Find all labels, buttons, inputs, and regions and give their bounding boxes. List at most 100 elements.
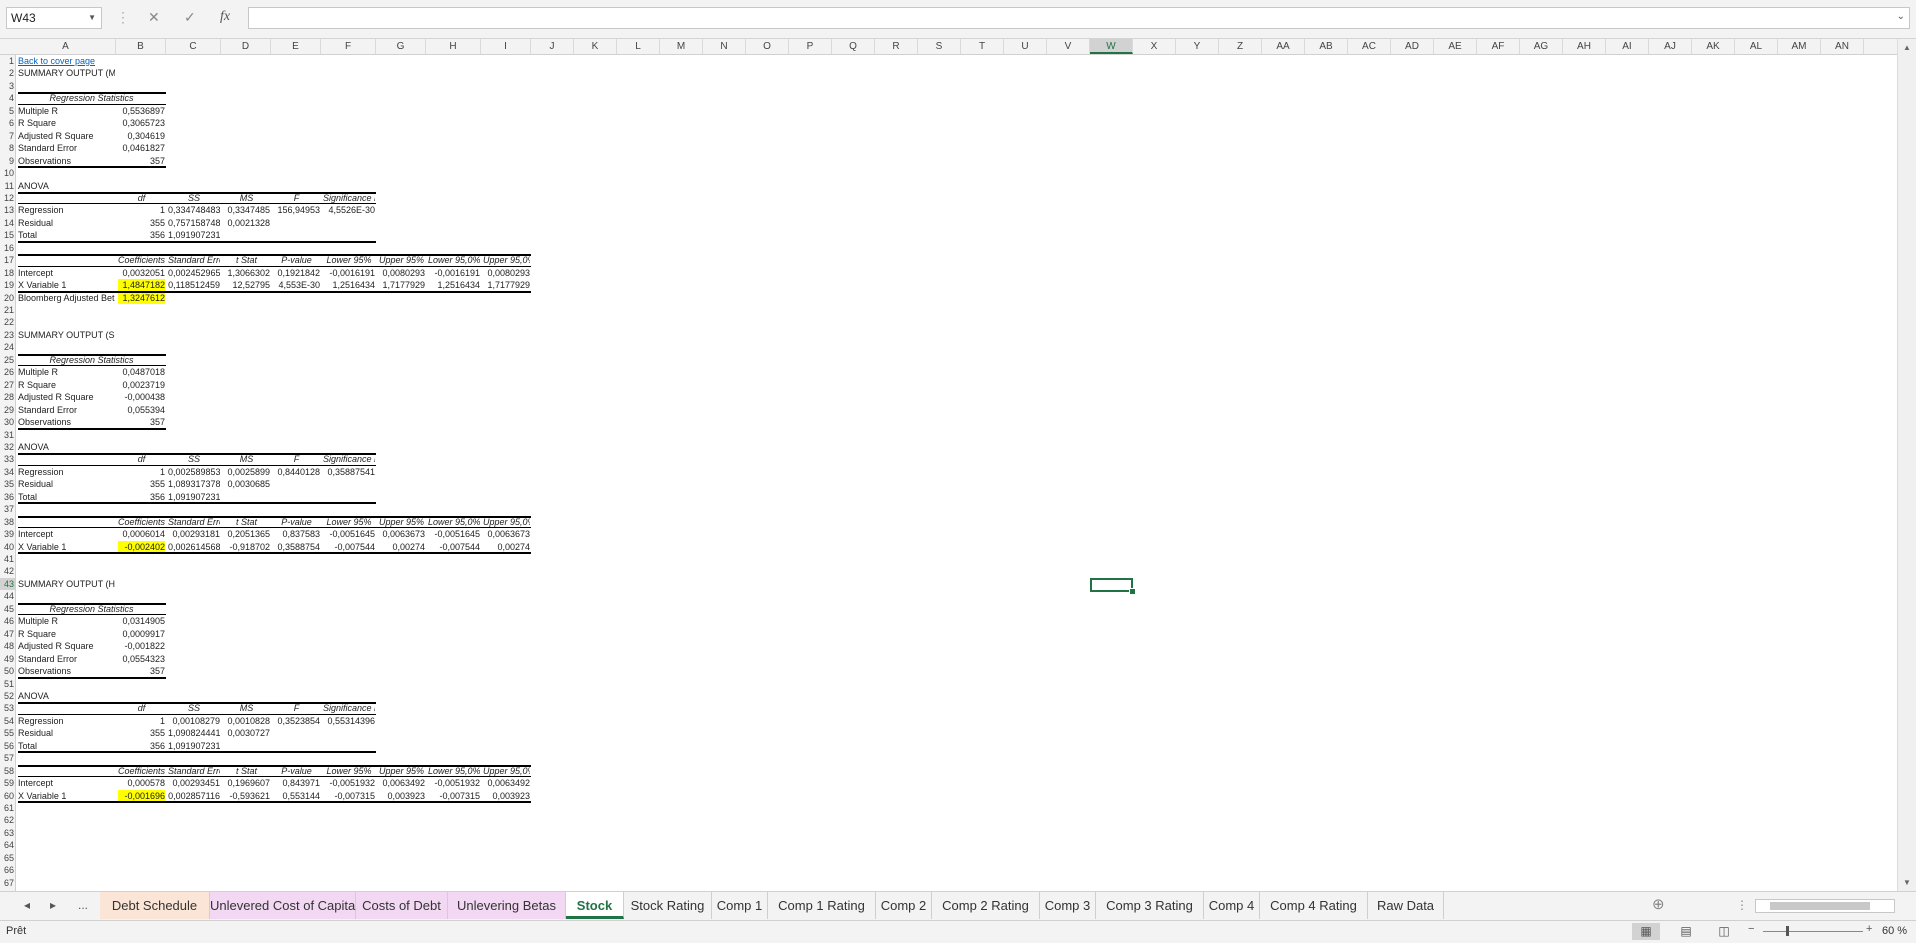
row-header[interactable]: 18 bbox=[0, 267, 15, 279]
row-header[interactable]: 62 bbox=[0, 814, 15, 826]
horizontal-scrollbar[interactable] bbox=[1755, 899, 1895, 913]
fill-handle[interactable] bbox=[1129, 588, 1136, 596]
sheet-tab[interactable]: Unlevering Betas bbox=[448, 892, 566, 919]
cell[interactable]: -0,0016191 bbox=[428, 267, 480, 279]
cell[interactable]: 0,0021328 bbox=[223, 217, 270, 229]
row-header[interactable]: 54 bbox=[0, 715, 15, 727]
cell[interactable]: 0,003923 bbox=[378, 790, 425, 802]
column-header[interactable]: K bbox=[574, 39, 617, 54]
cell[interactable]: 0,0461827 bbox=[118, 142, 165, 154]
cell[interactable]: -0,000438 bbox=[118, 391, 165, 403]
zoom-in-icon[interactable]: + bbox=[1866, 923, 1872, 935]
row-header[interactable]: 67 bbox=[0, 877, 15, 889]
cell[interactable]: 0,2051365 bbox=[223, 528, 270, 540]
cell[interactable]: 0,0487018 bbox=[118, 366, 165, 378]
cell[interactable]: 0,0010828 bbox=[223, 715, 270, 727]
cell[interactable]: 0,837583 bbox=[273, 528, 320, 540]
row-header[interactable]: 36 bbox=[0, 491, 15, 503]
cell[interactable]: 1 bbox=[118, 466, 165, 478]
row-header[interactable]: 65 bbox=[0, 852, 15, 864]
column-header[interactable]: AK bbox=[1692, 39, 1735, 54]
column-header[interactable]: AA bbox=[1262, 39, 1305, 54]
cell[interactable]: 0,334748483 bbox=[168, 204, 220, 216]
row-header[interactable]: 30 bbox=[0, 416, 15, 428]
sheet-grid[interactable]: Back to cover pageSUMMARY OUTPUT (MRP) Re… bbox=[16, 55, 1896, 891]
column-header[interactable]: AJ bbox=[1649, 39, 1692, 54]
cell[interactable]: 0,00293451 bbox=[168, 777, 220, 789]
column-header[interactable]: F bbox=[321, 39, 376, 54]
enter-icon[interactable]: ✓ bbox=[184, 9, 196, 26]
row-header[interactable]: 23 bbox=[0, 329, 15, 341]
sheet-tab[interactable]: Comp 4 bbox=[1204, 892, 1260, 919]
cell[interactable]: -0,007315 bbox=[428, 790, 480, 802]
cell[interactable]: X Variable 1 bbox=[18, 541, 115, 553]
sheet-tab[interactable]: Stock Rating bbox=[624, 892, 712, 919]
cell[interactable]: Standard Error bbox=[18, 653, 115, 665]
cell[interactable]: Standard Error bbox=[18, 404, 115, 416]
column-header[interactable]: S bbox=[918, 39, 961, 54]
row-header[interactable]: 34 bbox=[0, 466, 15, 478]
column-header[interactable]: V bbox=[1047, 39, 1090, 54]
row-header[interactable]: 39 bbox=[0, 528, 15, 540]
column-header[interactable]: AN bbox=[1821, 39, 1864, 54]
row-header[interactable]: 10 bbox=[0, 167, 15, 179]
cell[interactable]: 1,091907231 bbox=[168, 491, 220, 503]
row-header[interactable]: 27 bbox=[0, 379, 15, 391]
row-header[interactable]: 55 bbox=[0, 727, 15, 739]
cell[interactable]: Adjusted R Square bbox=[18, 391, 115, 403]
cell[interactable]: 12,52795 bbox=[223, 279, 270, 291]
row-header[interactable]: 45 bbox=[0, 603, 15, 615]
cell[interactable]: -0,007315 bbox=[323, 790, 375, 802]
column-header[interactable]: P bbox=[789, 39, 832, 54]
row-header[interactable]: 63 bbox=[0, 827, 15, 839]
row-header[interactable]: 48 bbox=[0, 640, 15, 652]
column-header[interactable]: N bbox=[703, 39, 746, 54]
row-header[interactable]: 47 bbox=[0, 628, 15, 640]
cell[interactable]: 0,002614568 bbox=[168, 541, 220, 553]
cell[interactable]: Total bbox=[18, 229, 115, 241]
cell[interactable]: 0,0030727 bbox=[223, 727, 270, 739]
column-header[interactable]: AH bbox=[1563, 39, 1606, 54]
row-header[interactable]: 32 bbox=[0, 441, 15, 453]
cell[interactable]: 1,090824441 bbox=[168, 727, 220, 739]
cell[interactable]: 0,0032051 bbox=[118, 267, 165, 279]
zoom-level[interactable]: 60 % bbox=[1882, 925, 1907, 937]
cell[interactable]: Observations bbox=[18, 416, 115, 428]
zoom-slider-thumb[interactable] bbox=[1786, 926, 1789, 936]
row-header[interactable]: 42 bbox=[0, 565, 15, 577]
row-header[interactable]: 13 bbox=[0, 204, 15, 216]
cell[interactable]: 356 bbox=[118, 740, 165, 752]
row-header[interactable]: 31 bbox=[0, 429, 15, 441]
cell[interactable]: Adjusted R Square bbox=[18, 640, 115, 652]
cell[interactable]: Observations bbox=[18, 155, 115, 167]
cell[interactable]: 0,055394 bbox=[118, 404, 165, 416]
cell[interactable]: -0,0051932 bbox=[323, 777, 375, 789]
cell[interactable]: 357 bbox=[118, 155, 165, 167]
cell[interactable]: 0,0063492 bbox=[378, 777, 425, 789]
row-header[interactable]: 53 bbox=[0, 702, 15, 714]
cell[interactable]: Residual bbox=[18, 727, 115, 739]
column-header[interactable]: J bbox=[531, 39, 574, 54]
column-header[interactable]: AL bbox=[1735, 39, 1778, 54]
row-header[interactable]: 12 bbox=[0, 192, 15, 204]
column-header[interactable]: X bbox=[1133, 39, 1176, 54]
cell[interactable]: 1,089317378 bbox=[168, 478, 220, 490]
row-header[interactable]: 37 bbox=[0, 503, 15, 515]
column-header[interactable]: G bbox=[376, 39, 426, 54]
column-header[interactable]: R bbox=[875, 39, 918, 54]
row-header[interactable]: 58 bbox=[0, 765, 15, 777]
sheet-tab[interactable]: Stock bbox=[566, 892, 624, 919]
cell[interactable]: -0,002402 bbox=[118, 540, 165, 553]
cell[interactable]: Intercept bbox=[18, 777, 115, 789]
sheet-tab[interactable]: Comp 1 Rating bbox=[768, 892, 876, 919]
cell[interactable]: 4,553E-30 bbox=[273, 279, 320, 291]
cell[interactable]: -0,001696 bbox=[118, 789, 165, 802]
cell[interactable]: 1 bbox=[118, 204, 165, 216]
cell[interactable]: Total bbox=[18, 491, 115, 503]
cell[interactable]: Bloomberg Adjusted Beta bbox=[18, 292, 115, 304]
tab-next-icon[interactable]: ▸ bbox=[50, 898, 56, 912]
cell[interactable]: SUMMARY OUTPUT (SMB) bbox=[18, 329, 115, 341]
sheet-tab[interactable]: Comp 3 bbox=[1040, 892, 1096, 919]
cell[interactable]: 0,35887541 bbox=[323, 466, 375, 478]
column-header[interactable]: T bbox=[961, 39, 1004, 54]
